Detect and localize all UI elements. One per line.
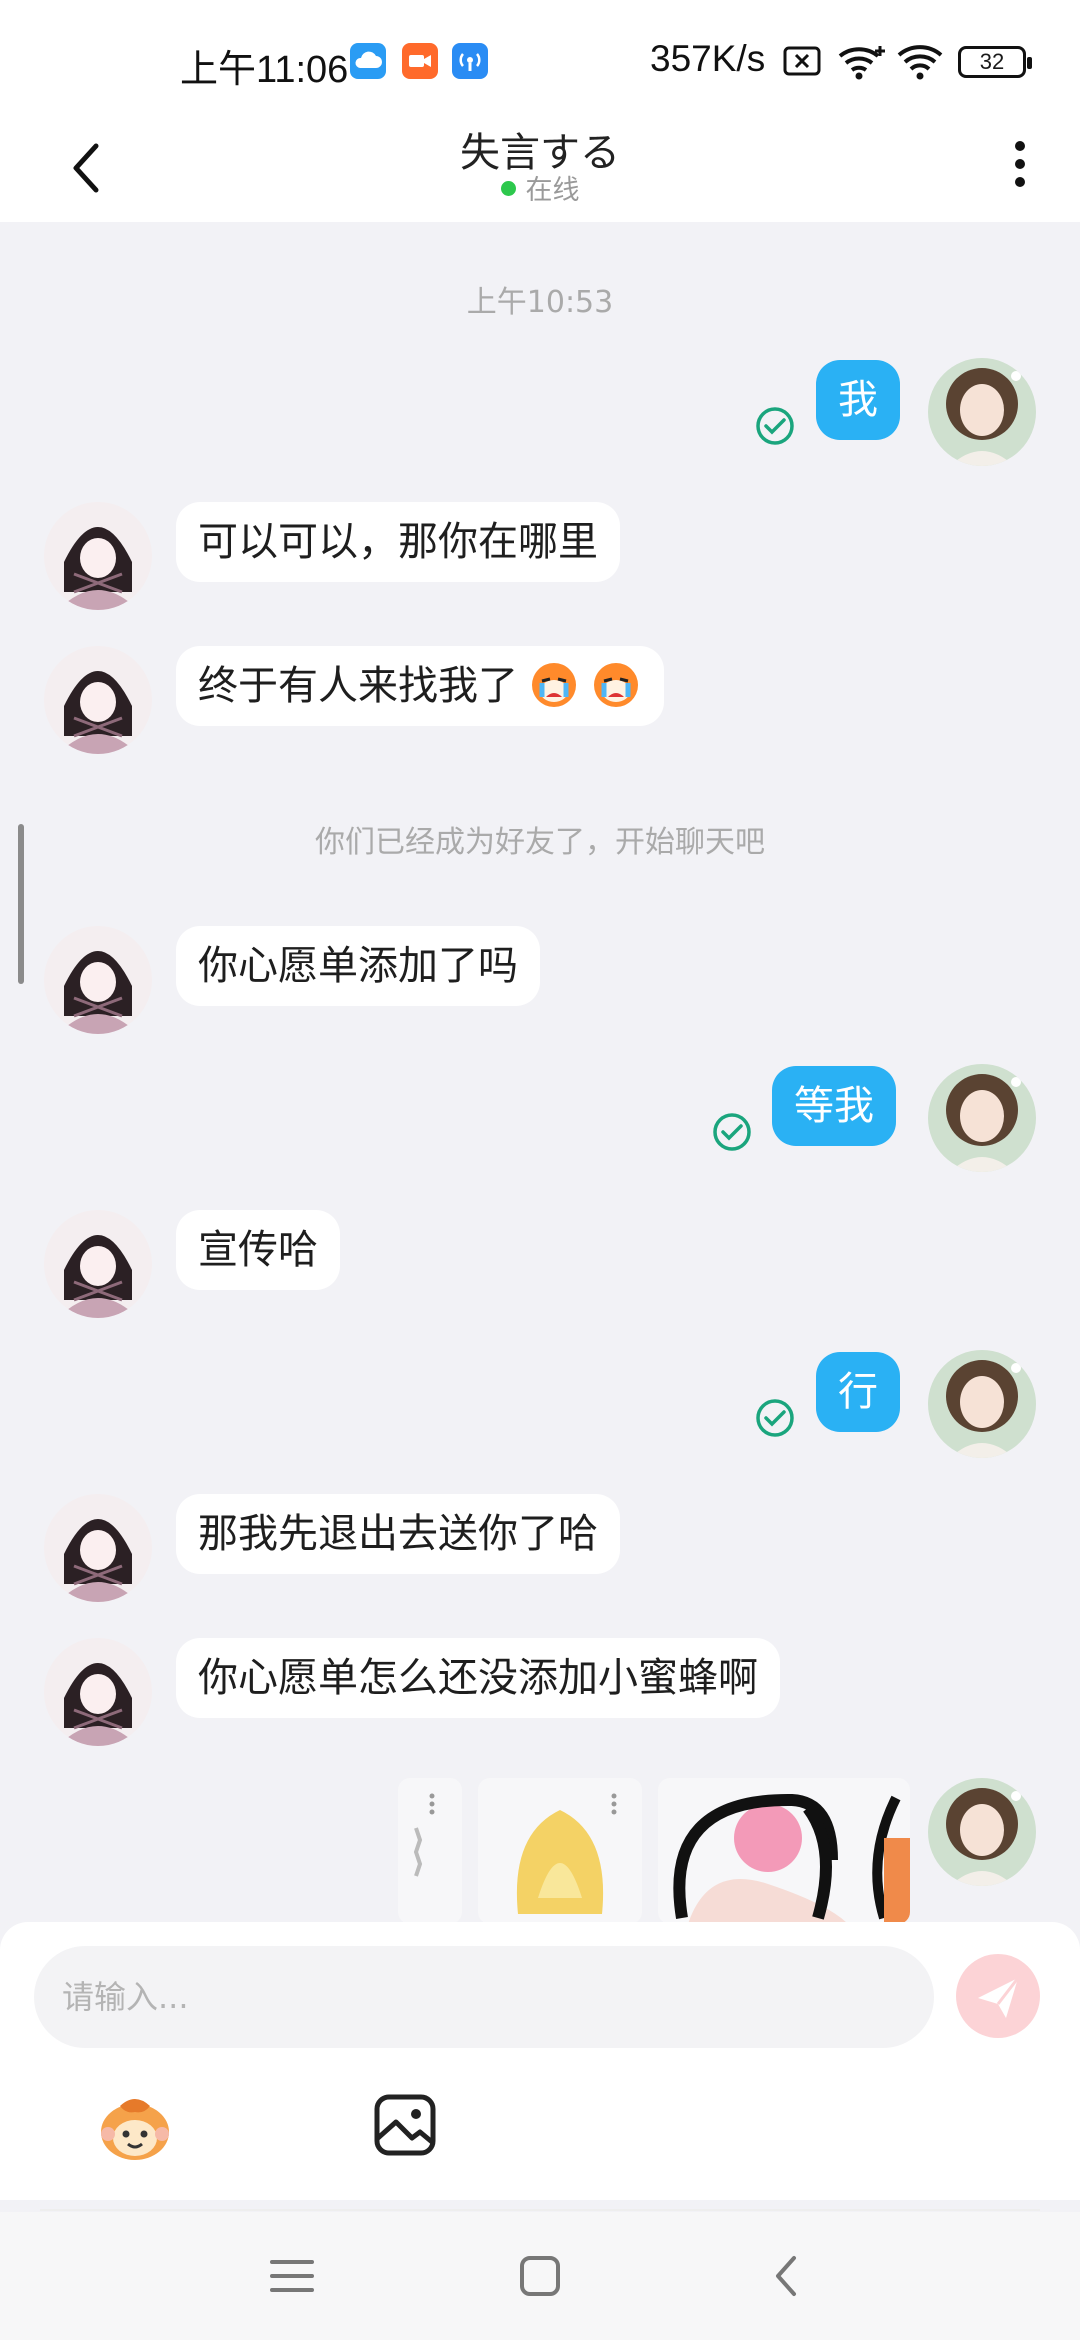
sticker-image[interactable] (478, 1778, 642, 1922)
wifi-icon (896, 42, 946, 86)
crying-face-emoji (532, 663, 576, 707)
crying-face-emoji (594, 663, 638, 707)
avatar[interactable] (928, 1778, 1036, 1886)
message-input[interactable] (34, 1946, 934, 2048)
menu-icon (270, 2260, 314, 2292)
image-icon (374, 2094, 436, 2156)
avatar[interactable] (44, 1210, 152, 1318)
status-bar: 上午11:06 357K/s 32 (0, 0, 1080, 120)
video-icon (402, 43, 438, 79)
wifi-icon (836, 42, 888, 86)
message-timestamp: 上午10:53 (466, 285, 614, 320)
avatar[interactable] (44, 926, 152, 1034)
sticker-image[interactable] (398, 1778, 462, 1922)
message-composer (0, 1922, 1080, 2211)
sent-check-icon (713, 1113, 751, 1151)
send-icon (978, 1977, 1020, 2018)
message-bubble[interactable]: 等我 (772, 1066, 896, 1146)
sticker-image[interactable] (658, 1778, 910, 1922)
more-options-button[interactable] (1000, 130, 1040, 200)
message-bubble[interactable]: 我 (816, 360, 900, 440)
sent-check-icon (756, 1399, 794, 1437)
more-vertical-icon (1015, 141, 1025, 187)
nav-back-button[interactable] (758, 2246, 818, 2306)
status-time: 上午11:06 (180, 49, 349, 91)
menu-button[interactable] (262, 2246, 322, 2306)
avatar[interactable] (44, 646, 152, 754)
emoji-button[interactable] (94, 2090, 176, 2166)
message-text: 终于有人来找我了 (198, 663, 518, 709)
avatar[interactable] (44, 1494, 152, 1602)
system-nav-bar (0, 2212, 1080, 2340)
message-list[interactable]: 上午10:53 我 可以可以，那你在哪里 终于有人来找我了 你们已经成为好友了，… (0, 222, 1080, 1922)
message-bubble[interactable]: 可以可以，那你在哪里 (176, 502, 620, 582)
avatar[interactable] (44, 1638, 152, 1746)
cloud-icon (350, 43, 386, 79)
divider (40, 2209, 1040, 2211)
chat-header: 失言する 在线 (0, 120, 1080, 222)
presence-status: 在线 (0, 168, 1080, 207)
home-button[interactable] (510, 2246, 570, 2306)
hotspot-icon (452, 43, 488, 79)
network-speed: 357K/s (650, 38, 766, 79)
message-bubble[interactable]: 宣传哈 (176, 1210, 340, 1290)
message-bubble[interactable]: 终于有人来找我了 (176, 646, 664, 726)
battery-indicator: 32 (958, 46, 1032, 78)
sent-check-icon (756, 407, 794, 445)
online-dot-icon (500, 181, 516, 196)
emoji-icon (101, 2099, 169, 2160)
message-bubble[interactable]: 行 (816, 1352, 900, 1432)
avatar[interactable] (928, 1064, 1036, 1172)
home-icon (520, 2256, 560, 2296)
avatar[interactable] (44, 502, 152, 610)
system-message: 你们已经成为好友了，开始聊天吧 (315, 825, 765, 860)
message-bubble[interactable]: 你心愿单添加了吗 (176, 926, 540, 1006)
back-icon (776, 2256, 796, 2296)
image-button[interactable] (372, 2092, 438, 2158)
message-bubble[interactable]: 你心愿单怎么还没添加小蜜蜂啊 (176, 1638, 780, 1718)
message-bubble[interactable]: 那我先退出去送你了哈 (176, 1494, 620, 1574)
send-button[interactable] (956, 1954, 1040, 2038)
sim-no-signal-icon (782, 42, 822, 84)
avatar[interactable] (928, 358, 1036, 466)
avatar[interactable] (928, 1350, 1036, 1458)
presence-label: 在线 (525, 175, 580, 206)
